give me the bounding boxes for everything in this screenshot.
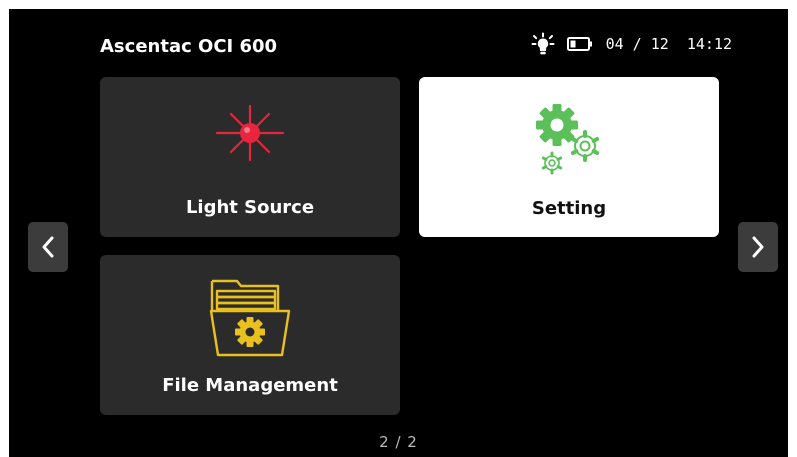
page-indicator: 2 / 2 — [379, 433, 418, 451]
device-screen: Ascentac OCI 600 04 / 12 14:12 Light Sou… — [9, 9, 788, 457]
date-text: 04 / 12 — [605, 35, 669, 53]
previous-page-button[interactable] — [28, 222, 68, 272]
status-bar: 04 / 12 14:12 — [531, 32, 732, 55]
app-title: Ascentac OCI 600 — [100, 36, 278, 57]
chevron-left-icon — [42, 236, 54, 258]
tile-file-management[interactable]: File Management — [100, 255, 400, 415]
laser-icon — [215, 104, 285, 162]
chevron-right-icon — [752, 236, 764, 258]
date-time: 04 / 12 14:12 — [606, 35, 732, 53]
folder-gear-icon — [209, 279, 291, 357]
tile-label: Setting — [531, 198, 607, 219]
tile-label: File Management — [162, 375, 338, 396]
light-bulb-icon — [531, 32, 555, 55]
next-page-button[interactable] — [738, 222, 778, 272]
time-text: 14:12 — [686, 35, 732, 53]
tile-light-source[interactable]: Light Source — [100, 77, 400, 237]
tile-label: Light Source — [185, 197, 315, 218]
battery-icon — [566, 37, 592, 51]
gears-icon — [536, 104, 600, 175]
tile-setting[interactable]: Setting — [419, 77, 719, 237]
